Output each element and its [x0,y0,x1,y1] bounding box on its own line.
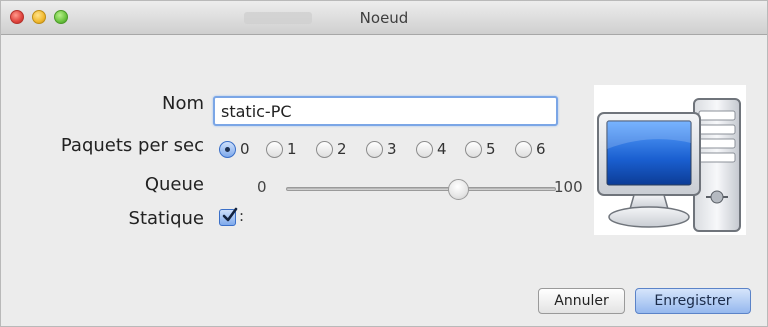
radio-button[interactable] [465,140,482,158]
paquets-radio-0[interactable]: 0 [219,138,250,160]
save-button[interactable]: Enregistrer [635,288,751,314]
nom-input[interactable] [213,96,558,126]
desktop-computer-icon [594,85,746,235]
statique-checkbox[interactable] [219,207,238,226]
cancel-button[interactable]: Annuler [538,288,625,314]
radio-label: 2 [337,140,347,158]
queue-slider-track[interactable] [286,187,556,191]
statique-suffix: : [239,207,245,225]
nom-label: Nom [161,93,204,114]
radio-button[interactable] [416,140,433,158]
radio-button[interactable] [515,140,532,158]
radio-button-checked[interactable] [219,140,236,158]
queue-min-label: 0 [257,178,267,196]
paquets-radio-2[interactable]: 2 [316,138,347,160]
radio-label: 4 [437,140,447,158]
radio-button[interactable] [266,140,283,158]
queue-max-label: 100 [554,178,583,196]
paquets-radio-1[interactable]: 1 [266,138,297,160]
radio-button[interactable] [366,140,383,158]
window-title: Noeud [359,9,409,27]
radio-button[interactable] [316,140,333,158]
statique-label: Statique [128,208,204,229]
paquets-radio-3[interactable]: 3 [366,138,397,160]
radio-label: 6 [536,140,546,158]
paquets-label: Paquets per sec [60,135,204,156]
radio-label: 0 [240,140,250,158]
paquets-radio-4[interactable]: 4 [416,138,447,160]
queue-label: Queue [144,174,204,195]
paquets-radio-5[interactable]: 5 [465,138,496,160]
dialog-window: Noeud Nom Paquets per sec 0 1 2 3 4 5 [0,0,768,327]
radio-label: 5 [486,140,496,158]
radio-label: 1 [287,140,297,158]
radio-label: 3 [387,140,397,158]
checkmark-icon [222,207,238,222]
title-bar: Noeud [1,1,767,35]
paquets-radio-6[interactable]: 6 [515,138,546,160]
queue-slider-thumb[interactable] [448,179,470,200]
